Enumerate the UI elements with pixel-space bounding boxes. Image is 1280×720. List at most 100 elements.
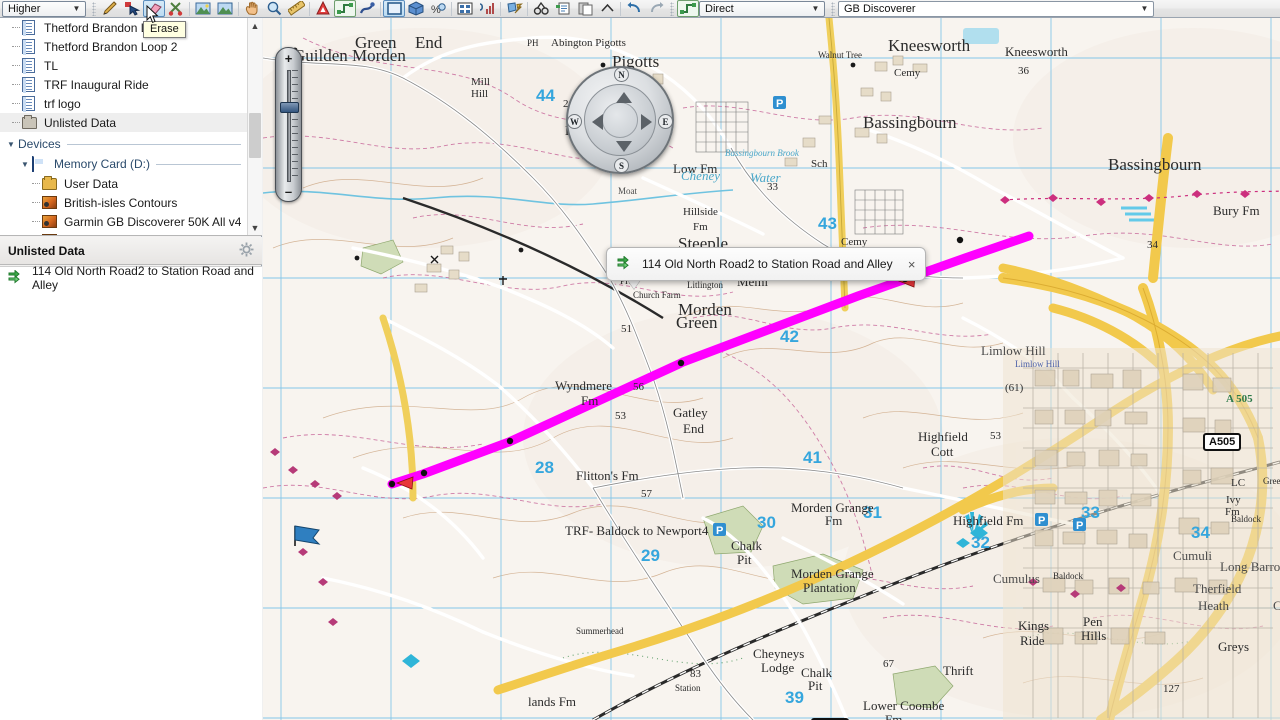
map-product-icon [42,196,62,209]
collapse-tool-button[interactable] [596,0,618,17]
zoom-track[interactable] [287,70,291,182]
compass-north[interactable]: N [614,67,629,82]
chevron-down-icon: ▼ [1140,4,1149,13]
tree-item-label: TRF Inaugural Ride [44,77,149,92]
close-icon[interactable]: × [905,257,919,272]
main-toolbar: Higher ▼ % Direct ▼ GB Discoverer ▼ [0,0,1280,18]
toolbar-separator [238,1,239,16]
paste-tool-button[interactable] [574,0,596,17]
library-tree[interactable]: Thetford Brandon Loop Thetford Brandon L… [0,18,262,236]
toolbar-separator [527,1,528,16]
pan-down-arrow-icon[interactable] [616,141,632,152]
tree-item-label: Garmin GB Discoverer 50K All v4 [64,214,242,229]
tree-item-label: trf logo [44,96,81,111]
tree-item-tl[interactable]: TL [0,56,247,75]
pan-up-arrow-icon[interactable] [616,92,632,103]
route-tool-button[interactable] [334,0,356,17]
map-detail-combo[interactable]: Higher ▼ [2,0,86,17]
tree-item-unlisted-data[interactable]: Unlisted Data [0,113,247,132]
scrollbar-thumb[interactable] [249,113,261,158]
map-canvas[interactable]: P P P P [263,18,1280,720]
tree-connector [12,84,20,85]
scroll-down-icon[interactable]: ▼ [248,220,262,235]
expand-triangle-icon[interactable]: ▼ [18,160,32,169]
list-item-label: 114 Old North Road2 to Station Road and … [32,264,254,292]
toolbar-grip[interactable] [92,1,96,16]
svg-text:P: P [716,525,723,537]
copy-tool-button[interactable] [552,0,574,17]
insert-image-tool-button[interactable] [192,0,214,17]
compass-east[interactable]: E [658,114,673,129]
tree-scrollbar[interactable]: ▲ ▼ [247,18,262,235]
cut-tool-button[interactable] [165,0,187,17]
map-view-3d-button[interactable] [405,0,427,17]
map-viewport[interactable]: P P P P Guilden Morden Green End Pigotts Abi… [263,18,1280,720]
zoom-out-icon[interactable]: – [276,184,301,199]
document-icon [22,39,42,55]
toolbar-grip[interactable] [670,1,674,16]
map-feature-popup[interactable]: 114 Old North Road2 to Station Road and … [606,247,926,281]
zoom-in-icon[interactable]: + [276,51,301,66]
pan-tool-button[interactable] [241,0,263,17]
tree-item-thetford-brandon-loop[interactable]: Thetford Brandon Loop [0,18,247,37]
tree-connector [32,183,40,184]
select-tool-button[interactable] [121,0,143,17]
tree-item-user-data[interactable]: User Data [0,174,247,193]
send-to-device-button[interactable] [503,0,525,17]
tree-item-thetford-brandon-loop-2[interactable]: Thetford Brandon Loop 2 [0,37,247,56]
expand-triangle-icon[interactable]: ▼ [4,140,18,149]
redo-tool-button[interactable] [645,0,667,17]
grid-tool-button[interactable] [454,0,476,17]
activity-mode-combo[interactable]: Direct ▼ [699,0,825,17]
tree-item-garmin-gb-discoverer[interactable]: Garmin GB Discoverer 50K All v4 [0,212,247,231]
image-overlay-tool-button[interactable] [214,0,236,17]
compass-center[interactable] [602,102,638,138]
map-product-combo[interactable]: GB Discoverer ▼ [838,0,1154,17]
measure-tool-button[interactable] [285,0,307,17]
toolbar-separator [189,1,190,16]
tree-connector [12,27,20,28]
compass-west[interactable]: W [567,114,582,129]
map-pan-compass[interactable]: N S W E [566,66,674,174]
map-detail-value: Higher [8,2,41,15]
pan-left-arrow-icon[interactable] [592,114,603,130]
unlisted-data-list[interactable]: 114 Old North Road2 to Station Road and … [0,264,262,720]
draw-track-tool-button[interactable] [99,0,121,17]
tree-group-label: Devices [18,137,61,151]
pan-right-arrow-icon[interactable] [641,114,652,130]
zoom-slider[interactable]: + – [275,47,302,202]
profile-tool-button[interactable]: % [427,0,449,17]
folder-icon [42,175,62,190]
track-tool-button[interactable] [356,0,378,17]
map-view-2d-button[interactable] [383,0,405,17]
tree-connector [12,46,20,47]
panel-title: Unlisted Data [8,243,85,258]
chart-tool-button[interactable] [476,0,498,17]
toolbar-separator [500,1,501,16]
tree-item-trf-logo[interactable]: trf logo [0,94,247,113]
list-item[interactable]: 114 Old North Road2 to Station Road and … [0,264,262,292]
undo-tool-button[interactable] [623,0,645,17]
tree-item-label: User Data [64,176,119,191]
waypoint-tool-button[interactable] [312,0,334,17]
find-tool-button[interactable] [530,0,552,17]
svg-text:P: P [1038,515,1045,527]
tree-connector [12,65,20,66]
zoom-tool-button[interactable] [263,0,285,17]
tree-group-devices[interactable]: ▼ Devices [0,134,247,154]
group-rule [156,163,241,165]
tree-item-trf-inaugural-ride[interactable]: TRF Inaugural Ride [0,75,247,94]
gear-icon[interactable] [239,242,254,260]
chevron-down-icon: ▼ [811,4,820,13]
tree-item-memory-card[interactable]: ▼ Memory Card (D:) [0,154,247,174]
toolbar-grip[interactable] [831,1,835,16]
scroll-up-icon[interactable]: ▲ [248,18,262,34]
tree-item-open-top-map[interactable]: Open Top Map Britishisles [0,231,247,235]
tree-item-label: Memory Card (D:) [54,157,151,171]
map-product-value: GB Discoverer [844,2,916,15]
toolbar-separator [451,1,452,16]
tree-item-british-isles-contours[interactable]: British-isles Contours [0,193,247,212]
zoom-thumb[interactable] [280,102,299,113]
compass-south[interactable]: S [614,158,629,173]
document-icon [22,58,42,74]
